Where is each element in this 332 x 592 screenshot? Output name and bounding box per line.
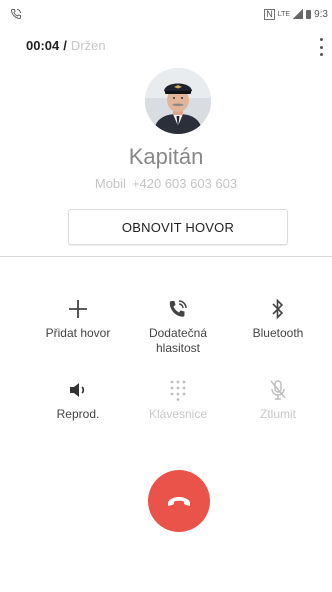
contact-name: Kapitán (128, 144, 204, 169)
add-call-label: Přidat hovor (45, 326, 111, 340)
extra-volume-label: Dodatečná hlasitost (148, 326, 208, 355)
bluetooth-label: Bluetooth (252, 326, 304, 340)
status-bar: N LTE 9:3 (0, 0, 332, 28)
contact-number-line: Mobil +420 603 603 603 (0, 176, 332, 191)
extra-volume-button[interactable]: Dodatečná hlasitost (123, 296, 233, 356)
avatar-photo (145, 68, 211, 134)
mute-label: Ztlumit (260, 407, 296, 421)
speaker-icon (23, 377, 133, 403)
bluetooth-icon (223, 296, 332, 322)
status-time: 9:3 (314, 8, 328, 20)
extra-volume-icon (123, 296, 233, 322)
mute-mic-icon (223, 377, 332, 403)
keypad-label: Klávesnice (148, 407, 208, 421)
keypad-button[interactable]: Klávesnice (123, 377, 233, 422)
avatar (145, 68, 211, 134)
lte-icon: LTE (277, 10, 291, 18)
status-icons: N LTE 9:3 (264, 7, 328, 21)
nfc-icon: N (264, 8, 275, 20)
keypad-icon (123, 377, 233, 403)
call-hold-status: Držen (70, 38, 106, 53)
speaker-label: Reprod. (56, 407, 100, 421)
divider (0, 256, 332, 257)
in-call-screen: N LTE 9:3 00:04/Držen Kapitán Mobil +420… (0, 0, 332, 592)
call-timer: 00:04 (26, 38, 60, 53)
mute-button[interactable]: Ztlumit (223, 377, 332, 422)
bluetooth-button[interactable]: Bluetooth (223, 296, 332, 341)
resume-call-button[interactable]: OBNOVIT HOVOR (68, 209, 288, 245)
battery-icon (306, 9, 312, 19)
plus-icon (23, 296, 133, 322)
add-call-button[interactable]: Přidat hovor (23, 296, 133, 341)
phone-call-icon (10, 8, 22, 23)
end-call-button[interactable] (148, 470, 210, 532)
number-type-label: Mobil (94, 176, 126, 191)
end-call-icon (164, 486, 194, 516)
more-options-icon[interactable] (316, 38, 326, 56)
call-header: 00:04/Držen (26, 38, 106, 53)
speaker-button[interactable]: Reprod. (23, 377, 133, 422)
phone-number: +420 603 603 603 (131, 176, 238, 191)
signal-icon (293, 9, 304, 19)
call-separator: / (63, 38, 67, 53)
